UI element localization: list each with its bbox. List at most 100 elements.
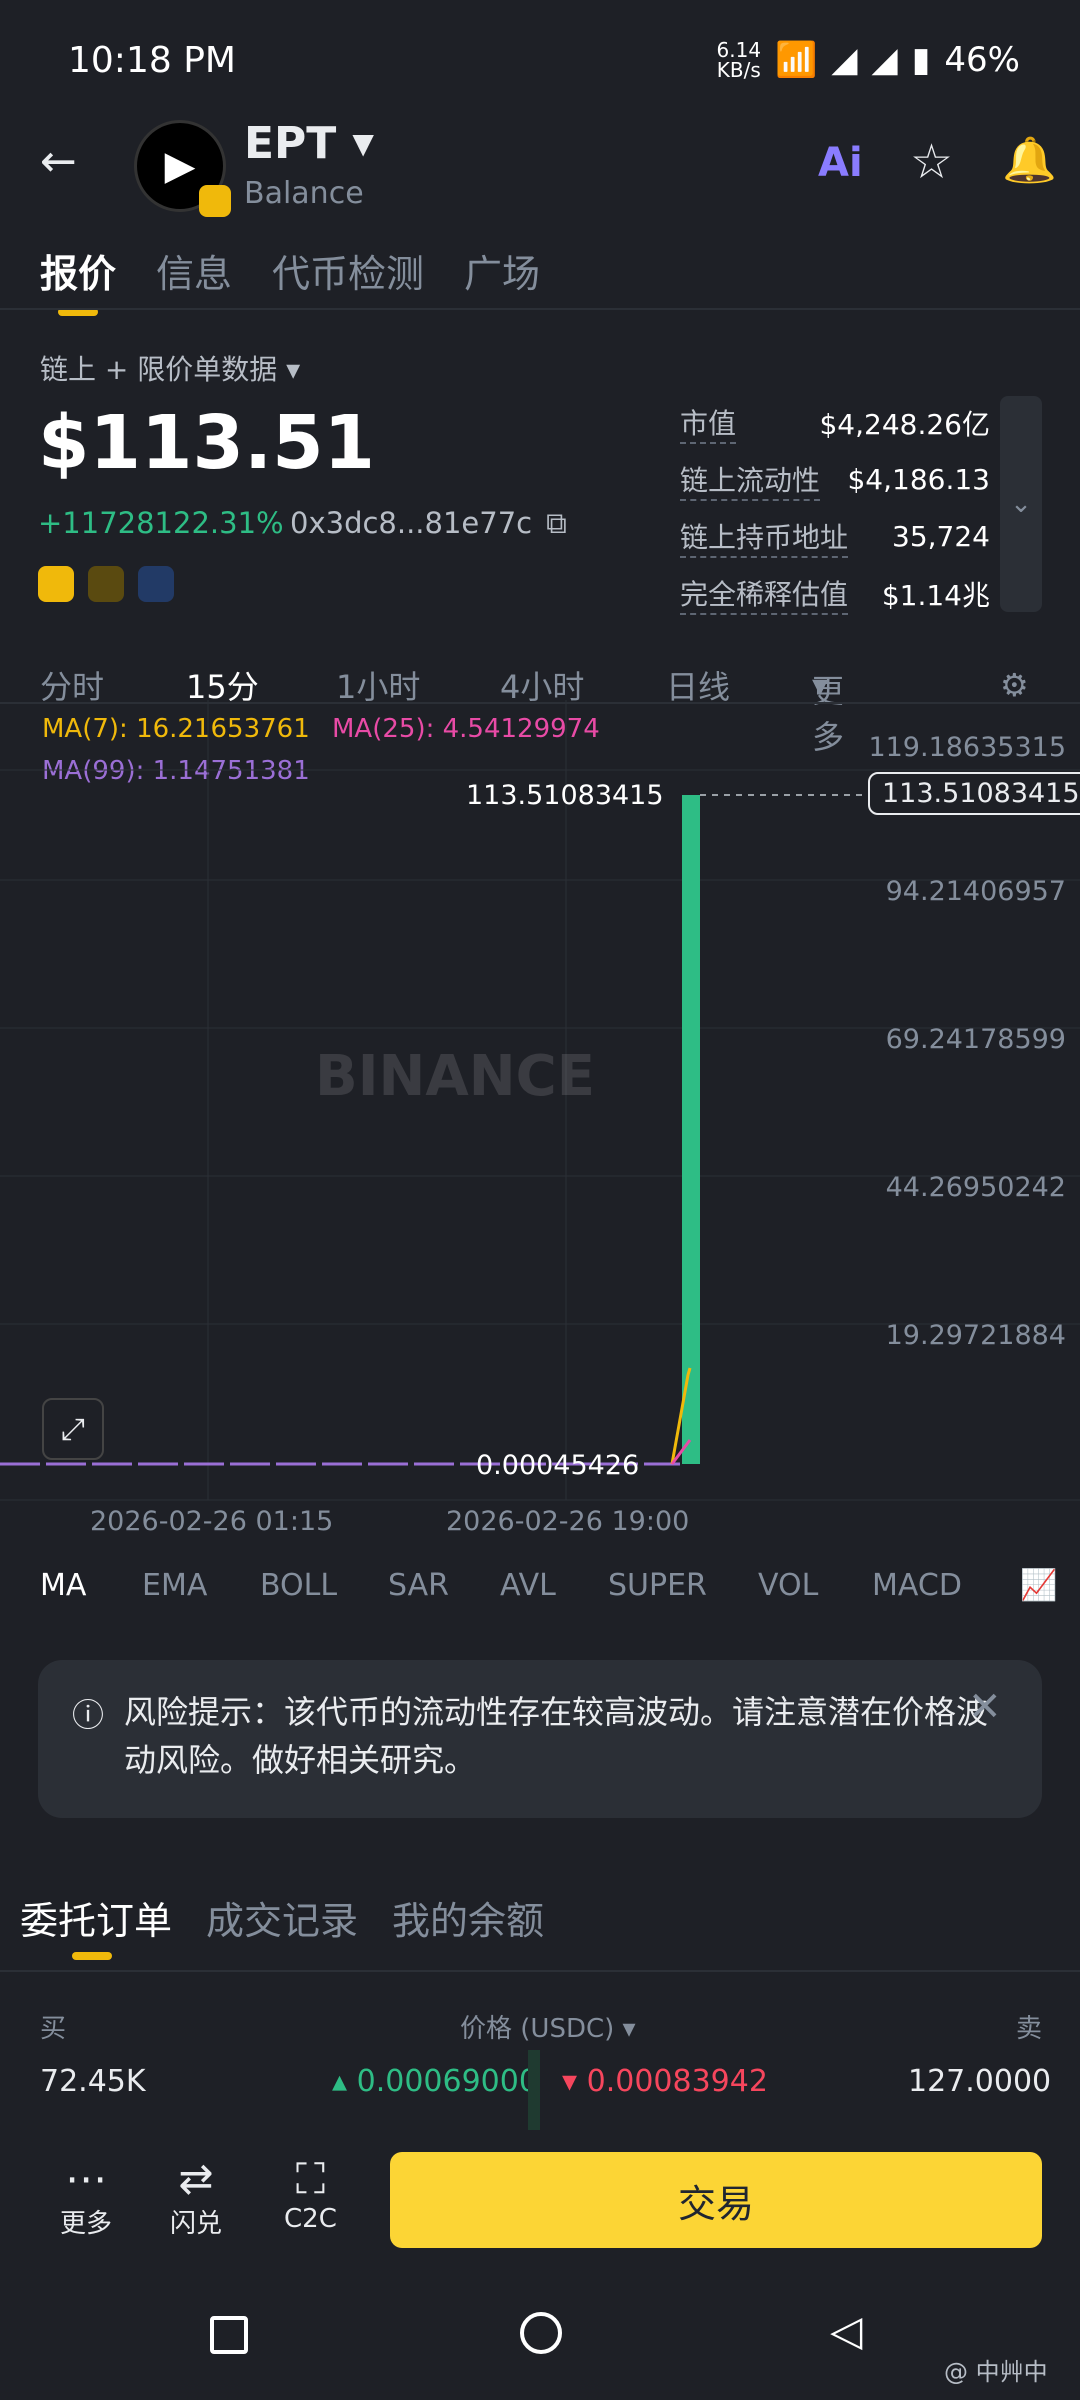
divider [0,1970,1080,1972]
watermark-label: @ 中艸中 [944,2358,1048,2386]
price-chart[interactable]: BINANCE [0,700,1080,1540]
current-price: $113.51 [38,400,376,486]
home-icon[interactable] [520,2312,562,2354]
status-time: 10:18 PM [68,40,236,81]
caret-down-icon: ▾ [286,353,301,386]
buy-label: 买 [40,2014,67,2044]
indicator-boll[interactable]: BOLL [260,1568,337,1603]
current-price-tag: 113.51083415 [868,772,1080,815]
watermark-text: BINANCE [315,1044,595,1109]
sell-label: 卖 [1016,2014,1043,2044]
tab-quote[interactable]: 报价 [40,243,116,316]
more-button[interactable]: ⋯ 更多 [60,2154,112,2240]
stat-row: 链上持币地址 35,724 [680,508,990,565]
indicator-ma[interactable]: MA [40,1568,86,1603]
bell-icon[interactable]: 🔔 [1002,134,1057,186]
back-icon[interactable]: ◁ [830,2306,862,2355]
y-tick: 119.18635315 [868,732,1066,763]
bnb-tag-icon [38,566,74,602]
status-bar: 10:18 PM 6.14 KB/s 📶 ◢ ◢ ▮ 46% [0,0,1080,120]
main-tabs: 报价 信息 代币检测 广场 [0,230,1080,316]
stat-row: 市值 $4,248.26亿 [680,394,990,451]
stat-value: $4,186.13 [847,463,990,496]
more-icon: ⋯ [65,2154,107,2203]
chart-settings-icon[interactable]: ⚙ [1000,666,1029,704]
signal-icon: ◢ [831,40,858,80]
shield-tag-icon [88,566,124,602]
tab-indicator [72,1952,112,1960]
stats-panel: 市值 $4,248.26亿 链上流动性 $4,186.13 链上持币地址 35,724… [680,394,990,622]
contract-address[interactable]: 0x3dc8...81e77c ⧉ [290,506,567,541]
back-arrow-icon[interactable]: ← [40,136,77,187]
stat-label: 链上流动性 [680,459,821,501]
ask-price: ▾ 0.00083942 [562,2064,768,2099]
tab-orders[interactable]: 委托订单 [20,1890,172,1945]
battery-icon: ▮ [911,40,931,80]
sparkle-tag-icon [138,566,174,602]
indicator-vol[interactable]: VOL [758,1568,818,1603]
battery-percent: 46% [944,40,1020,80]
recents-icon[interactable] [210,2316,248,2354]
stat-label: 链上持币地址 [680,516,849,558]
y-tick: 44.26950242 [885,1172,1066,1203]
tab-square[interactable]: 广场 [464,243,540,298]
close-icon[interactable]: ✕ [968,1684,1002,1730]
sell-qty: 127.0000 [908,2064,1052,2099]
bid-price: ▴ 0.00069000 [332,2064,538,2099]
c2c-icon: ⛶ [295,2154,326,2203]
indicator-ema[interactable]: EMA [142,1568,207,1603]
signal-icon-2: ◢ [871,40,898,80]
y-tick: 19.29721884 [885,1320,1066,1351]
indicator-avl[interactable]: AVL [500,1568,556,1603]
wifi-icon: 📶 [775,40,818,80]
copy-icon[interactable]: ⧉ [546,506,567,541]
indicator-macd[interactable]: MACD [872,1568,962,1603]
token-tags [38,566,174,602]
convert-button[interactable]: ⇄ 闪兑 [170,2154,222,2240]
stat-row: 完全稀释估值 $1.14兆 [680,565,990,622]
tf-more[interactable]: 更多 ▾ [812,666,844,756]
high-label: 113.51083415 [466,780,664,811]
price-unit-selector[interactable]: 价格 (USDC) ▾ [460,2008,636,2045]
expand-stats-button[interactable]: ⌄ [1000,396,1042,612]
tab-balance[interactable]: 我的余额 [392,1890,544,1945]
info-icon: ⓘ [72,1696,105,1734]
price-change: +11728122.31% [38,506,284,540]
bid-price-value: 0.00069000 [356,2064,538,2099]
c2c-label: C2C [284,2204,337,2234]
y-tick: 94.21406957 [885,876,1066,907]
trade-button[interactable]: 交易 [390,2152,1042,2248]
x-tick: 2026-02-26 01:15 [90,1506,334,1537]
tab-info[interactable]: 信息 [156,243,232,298]
chain-badge-icon [199,185,231,217]
net-unit: KB/s [716,58,761,82]
stat-value: $4,248.26亿 [819,407,990,441]
candle-bar [682,795,700,1464]
fullscreen-icon[interactable]: ⤢ [42,1398,104,1460]
ai-button[interactable]: Ai [818,140,863,186]
token-subtitle: Balance [244,176,364,211]
x-tick: 2026-02-26 19:00 [446,1506,690,1537]
token-logo: ▶ [134,120,231,217]
c2c-button[interactable]: ⛶ C2C [284,2154,337,2234]
orderbook-tabs: 委托订单 成交记录 我的余额 [0,1890,1080,1970]
chart-type-icon[interactable]: 📈 [1020,1568,1057,1603]
tab-trades[interactable]: 成交记录 [206,1890,358,1945]
symbol-selector[interactable]: EPT ▼ [244,118,374,169]
divider [0,308,1080,310]
price-unit-label: 价格 (USDC) [460,2014,615,2044]
data-source-selector[interactable]: 链上 + 限价单数据 ▾ [40,348,300,388]
convert-label: 闪兑 [170,2209,223,2239]
ask-price-value: 0.00083942 [586,2064,768,2099]
star-icon[interactable]: ☆ [910,134,953,190]
buy-qty: 72.45K [40,2064,146,2099]
stat-row: 链上流动性 $4,186.13 [680,451,990,508]
stat-value: $1.14兆 [881,578,990,612]
indicator-sar[interactable]: SAR [388,1568,449,1603]
tab-token-check[interactable]: 代币检测 [272,243,424,298]
chevron-down-icon: ⌄ [1010,489,1032,519]
net-speed: 6.14 [716,38,762,62]
y-tick: 69.24178599 [885,1024,1066,1055]
risk-text: 风险提示：该代币的流动性存在较高波动。请注意潜在价格波动风险。做好相关研究。 [124,1693,989,1779]
indicator-super[interactable]: SUPER [608,1568,707,1603]
